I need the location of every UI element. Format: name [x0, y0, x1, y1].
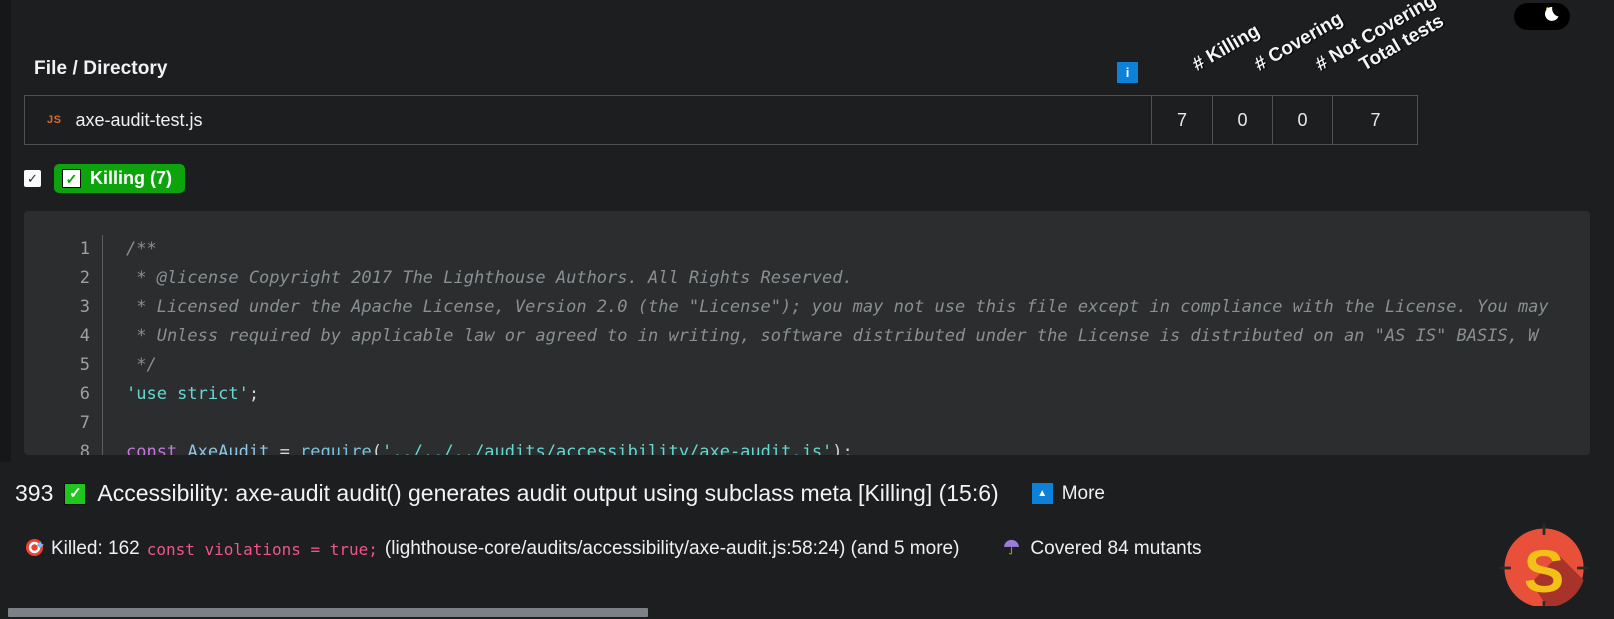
stryker-logo: S	[1498, 522, 1590, 614]
svg-text:S: S	[1524, 537, 1565, 605]
code-token: =	[269, 442, 301, 455]
horizontal-scrollbar-track[interactable]	[0, 606, 1614, 619]
killing-filter-checkbox[interactable]: ✓	[24, 170, 41, 187]
code-text	[102, 409, 126, 438]
line-number: 8	[79, 442, 90, 455]
code-token: * @license Copyright 2017 The Lighthouse…	[126, 268, 853, 288]
test-number: 393	[15, 480, 54, 506]
code-token: /**	[126, 239, 157, 259]
file-name-label: axe-audit-test.js	[75, 109, 203, 130]
results-table-header: File / Directory i # Killing # Covering …	[24, 0, 1448, 92]
killed-count-label: Killed: 162	[51, 538, 140, 559]
code-token: '../../../audits/accessibility/axe-audit…	[381, 442, 833, 455]
line-number: 7	[79, 413, 90, 433]
killing-filter-label: Killing (7)	[90, 168, 172, 188]
test-title: Accessibility: axe-audit audit() generat…	[97, 480, 999, 506]
js-file-icon: JS	[47, 114, 62, 126]
check-icon: ✓	[62, 169, 81, 188]
column-header-file-directory: File / Directory	[34, 58, 168, 79]
horizontal-scrollbar-thumb[interactable]	[8, 608, 648, 617]
covered-mutants-label: Covered 84 mutants	[1030, 538, 1202, 559]
target-icon	[25, 538, 44, 560]
code-text: */	[102, 351, 157, 380]
test-detail-panel: 393 ✓ Accessibility: axe-audit audit() g…	[0, 462, 1614, 619]
cell-covering: 0	[1213, 96, 1273, 144]
code-line: 7	[24, 409, 1549, 438]
code-line: 1 /**	[24, 235, 1549, 264]
code-token: 'use strict'	[126, 384, 249, 404]
code-text: * Licensed under the Apache License, Ver…	[102, 293, 1549, 322]
more-label: More	[1061, 482, 1105, 504]
source-code-viewer[interactable]: 1 /** 2 * @license Copyright 2017 The Ligh…	[24, 211, 1590, 455]
code-token: * Licensed under the Apache License, Ver…	[126, 297, 1549, 317]
info-icon[interactable]: i	[1117, 62, 1138, 83]
cell-total-tests: 7	[1370, 109, 1381, 130]
umbrella-icon	[1002, 538, 1021, 560]
code-line: 5 */	[24, 351, 1549, 380]
stryker-mutator-report: File / Directory i # Killing # Covering …	[0, 0, 1614, 619]
code-token: */	[126, 355, 157, 375]
cell-not-covering: 0	[1273, 96, 1333, 144]
code-text: const AxeAudit = require('../../../audit…	[102, 438, 853, 455]
code-lines: 1 /** 2 * @license Copyright 2017 The Ligh…	[24, 235, 1549, 455]
code-text: * @license Copyright 2017 The Lighthouse…	[102, 264, 853, 293]
code-line: 4 * Unless required by applicable law or…	[24, 322, 1549, 351]
line-number: 3	[79, 297, 90, 317]
triangle-up-icon: ▲	[1031, 483, 1053, 504]
code-token: AxeAudit	[187, 442, 270, 455]
code-text: 'use strict';	[102, 380, 259, 409]
code-token: ;	[248, 384, 260, 404]
line-number: 5	[79, 355, 90, 375]
code-line: 8 const AxeAudit = require('../../../audi…	[24, 438, 1549, 455]
line-number: 4	[79, 326, 90, 346]
test-passed-icon: ✓	[64, 482, 87, 505]
dark-mode-toggle[interactable]	[1514, 3, 1570, 30]
killing-filter-badge[interactable]: ✓ Killing (7)	[54, 164, 185, 193]
code-token: const	[126, 442, 178, 455]
file-name-cell[interactable]: JS axe-audit-test.js	[25, 96, 1152, 144]
line-number: 1	[79, 239, 90, 259]
code-text: * Unless required by applicable law or a…	[102, 322, 1538, 351]
code-text: /**	[102, 235, 157, 264]
mutant-state-filters: ✓ ✓ Killing (7)	[24, 164, 185, 193]
code-line: 3 * Licensed under the Apache License, V…	[24, 293, 1549, 322]
mutant-location: (lighthouse-core/audits/accessibility/ax…	[384, 538, 960, 559]
test-stats-row: Killed: 162 const violations = true; (li…	[25, 538, 1202, 560]
table-row[interactable]: JS axe-audit-test.js 7 0 0 7	[24, 95, 1418, 145]
covered-mutants-group: Covered 84 mutants	[1002, 538, 1202, 560]
code-line: 6 'use strict';	[24, 380, 1549, 409]
line-number: 6	[79, 384, 90, 404]
line-number: 2	[79, 268, 90, 288]
code-line: 2 * @license Copyright 2017 The Lighthou…	[24, 264, 1549, 293]
more-button[interactable]: ▲ More	[1031, 482, 1105, 505]
code-token: require	[300, 442, 372, 455]
moon-icon	[1541, 4, 1563, 29]
test-summary-row: 393 ✓ Accessibility: axe-audit audit() g…	[15, 480, 1105, 507]
code-token: );	[832, 442, 853, 455]
code-token: (	[371, 442, 382, 455]
mutant-code: const violations = true;	[146, 539, 378, 559]
code-token: * Unless required by applicable law or a…	[126, 326, 1539, 346]
cell-killing: 7	[1152, 96, 1213, 144]
